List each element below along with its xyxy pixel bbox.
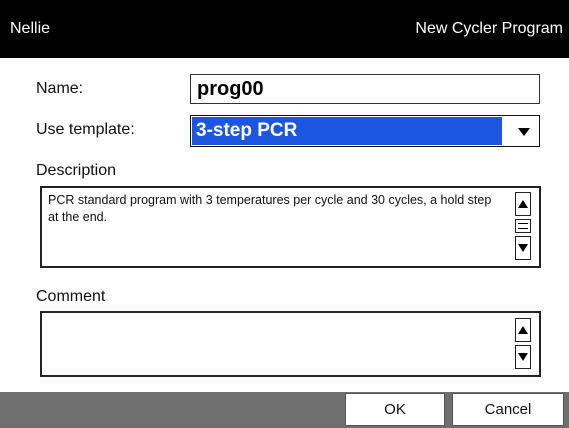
cancel-button[interactable]: Cancel: [452, 393, 564, 426]
template-select[interactable]: 3-step PCR: [190, 115, 540, 147]
scroll-up-button[interactable]: [515, 192, 531, 216]
scroll-down-button[interactable]: [515, 236, 531, 260]
scroll-down-button[interactable]: [515, 345, 531, 369]
comment-textarea[interactable]: [40, 311, 541, 377]
dropdown-arrow-icon[interactable]: [513, 124, 535, 140]
comment-label: Comment: [36, 288, 106, 305]
description-text: PCR standard program with 3 temperatures…: [48, 193, 492, 224]
window-title: New Cycler Program: [415, 20, 563, 37]
template-selected-value: 3-step PCR: [192, 117, 502, 145]
description-scrollbar[interactable]: [515, 192, 533, 260]
name-input[interactable]: [190, 74, 540, 104]
scroll-thumb[interactable]: [515, 219, 531, 233]
comment-scrollbar[interactable]: [515, 318, 533, 369]
ok-button[interactable]: OK: [345, 393, 445, 426]
description-label: Description: [36, 162, 117, 179]
scroll-up-icon: [518, 321, 528, 339]
title-bar: Nellie New Cycler Program: [0, 0, 569, 58]
scroll-down-icon: [518, 239, 528, 257]
template-label: Use template:: [36, 121, 135, 138]
description-textarea[interactable]: PCR standard program with 3 temperatures…: [40, 186, 541, 268]
app-name: Nellie: [10, 20, 51, 37]
scroll-up-icon: [518, 195, 528, 213]
scroll-up-button[interactable]: [515, 318, 531, 342]
name-label: Name:: [36, 80, 84, 97]
scroll-down-icon: [518, 348, 528, 366]
